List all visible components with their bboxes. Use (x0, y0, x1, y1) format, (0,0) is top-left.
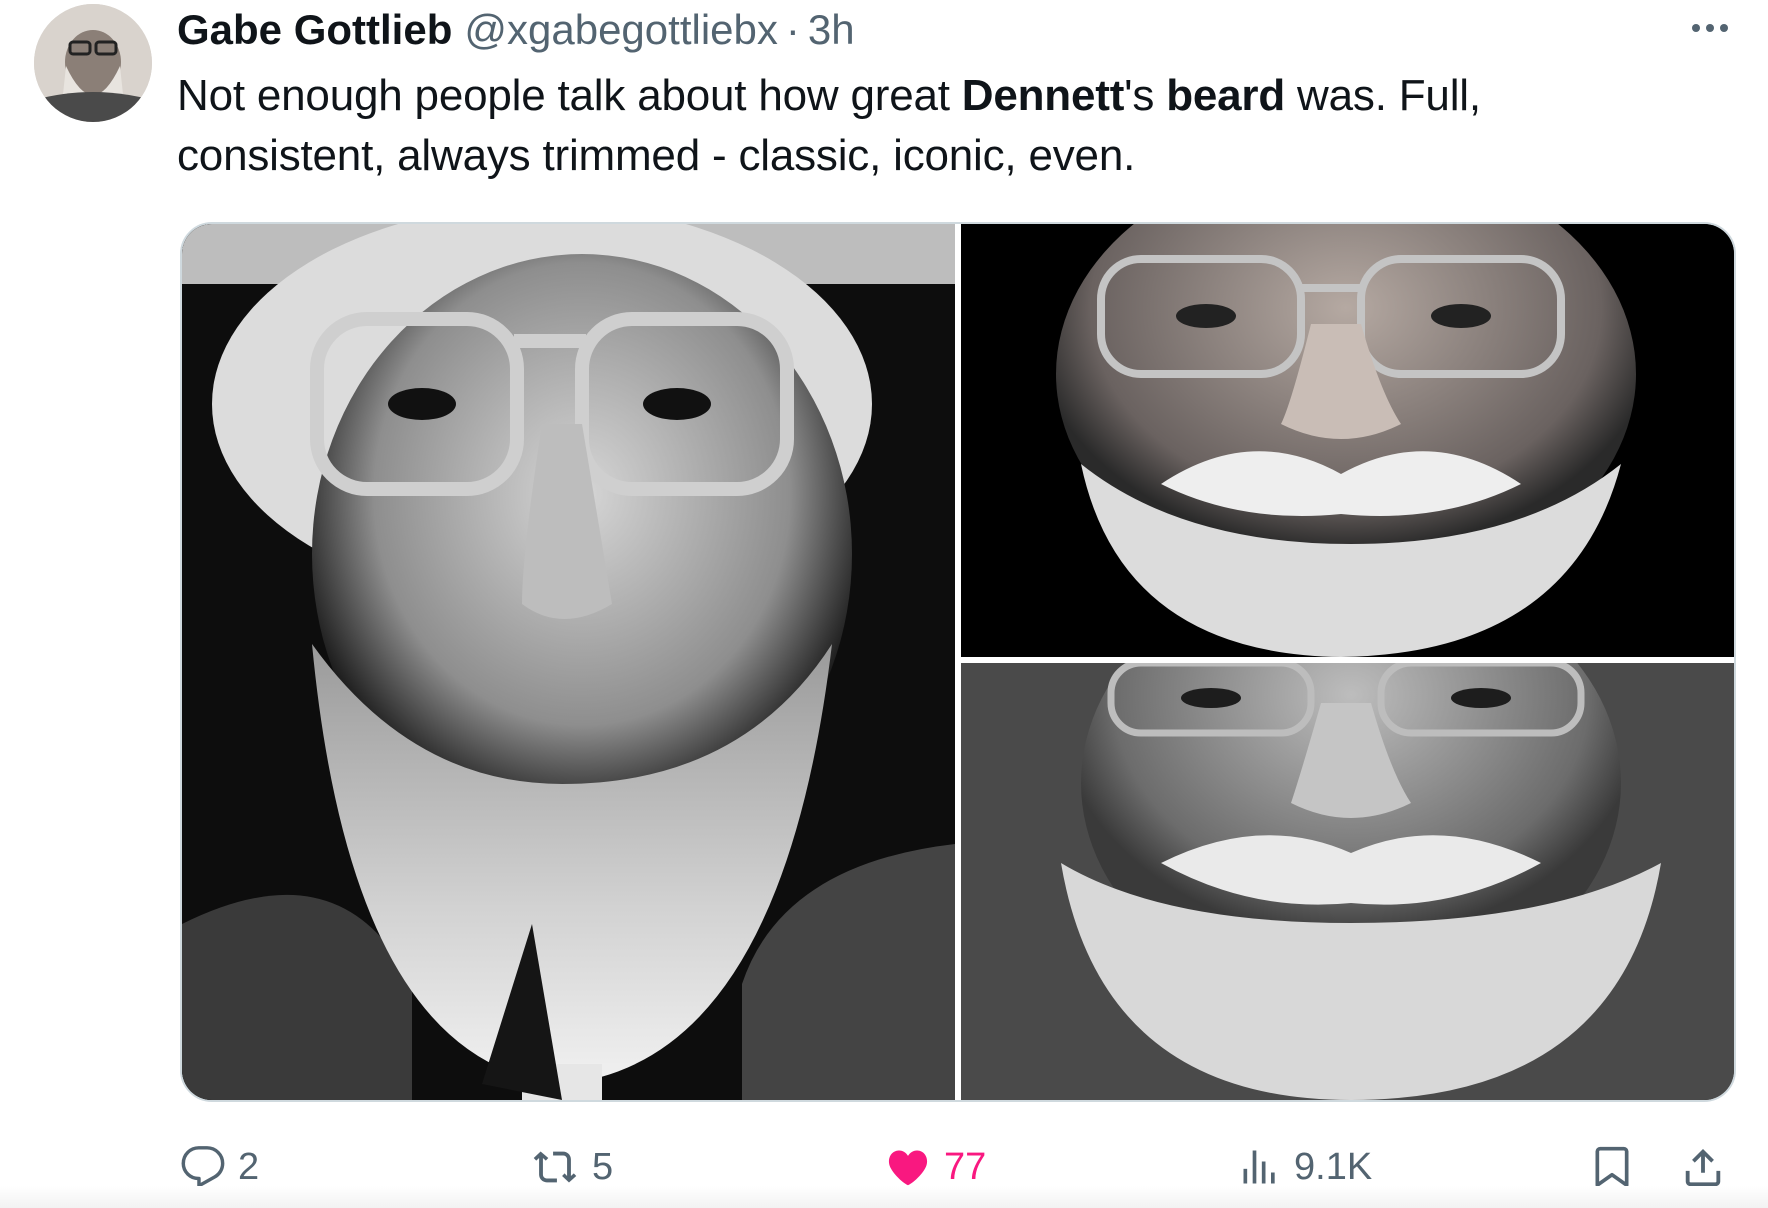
media-grid (180, 222, 1736, 1102)
portrait-photo-image (961, 224, 1734, 657)
share-icon (1685, 1148, 1721, 1187)
more-horizontal-icon (1692, 24, 1700, 32)
like-count: 77 (944, 1145, 987, 1188)
portrait-photo-image (182, 224, 955, 1100)
photo-left[interactable] (182, 224, 955, 1100)
portrait-photo-image (961, 663, 1734, 1100)
tweet-text-bold-beard: beard (1166, 71, 1286, 120)
bookmark-icon (1595, 1146, 1629, 1187)
views-count: 9.1K (1294, 1145, 1373, 1188)
more-options-button[interactable] (1680, 14, 1740, 42)
repost-count: 5 (592, 1145, 614, 1188)
photo-top-right[interactable] (961, 224, 1734, 657)
tweet-text-part: 's (1124, 71, 1167, 120)
user-handle[interactable]: @xgabegottliebx (464, 6, 778, 54)
avatar-image (34, 4, 152, 122)
reply-count: 2 (238, 1145, 260, 1188)
display-name[interactable]: Gabe Gottlieb (177, 6, 452, 54)
heart-icon (888, 1150, 928, 1186)
timestamp[interactable]: 3h (808, 6, 855, 54)
tweet-text-part: Not enough people talk about how great (177, 71, 962, 120)
avatar[interactable] (34, 4, 152, 122)
tweet-text-bold-dennett: Dennett (961, 71, 1125, 120)
photo-bottom-right[interactable] (961, 663, 1734, 1100)
separator-dot: · (785, 6, 800, 53)
reply-bubble-icon (181, 1146, 225, 1188)
bottom-fade (0, 1186, 1768, 1208)
views-bar-chart-icon (1243, 1150, 1275, 1184)
repost-icon (533, 1151, 577, 1183)
tweet: Gabe Gottlieb @xgabegottliebx · 3h Not e… (0, 0, 1768, 1208)
tweet-text: Not enough people talk about how great D… (177, 66, 1677, 186)
tweet-header: Gabe Gottlieb @xgabegottliebx · 3h (177, 6, 855, 54)
